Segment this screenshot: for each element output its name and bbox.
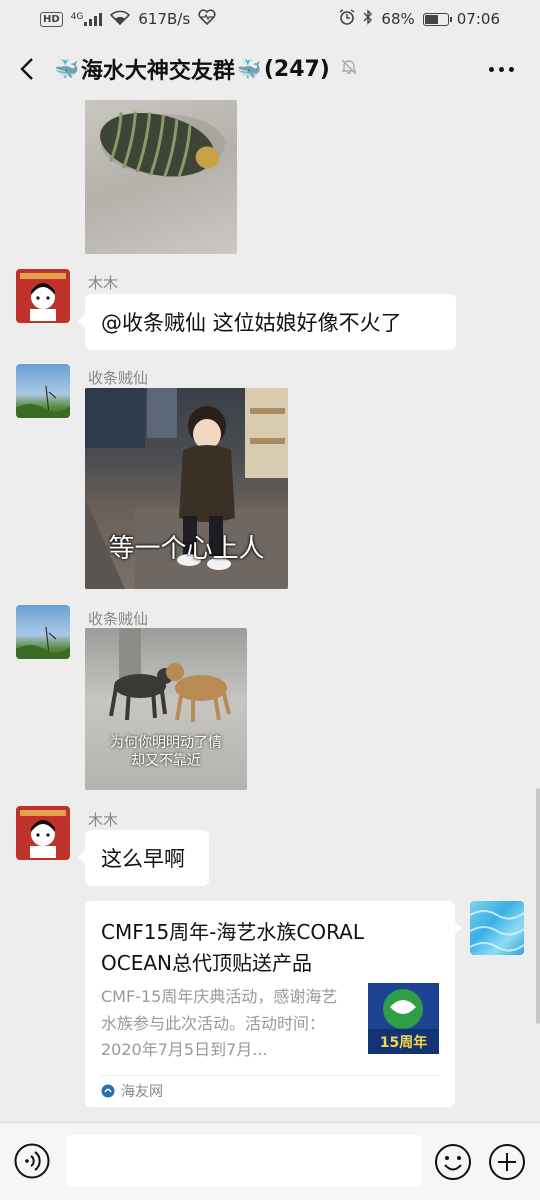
member-count: (247) xyxy=(263,56,330,82)
hd-badge: HD xyxy=(40,11,63,27)
sender-name: 木木 xyxy=(88,274,119,292)
voice-button[interactable] xyxy=(14,1143,50,1179)
image-caption: 等一个心上人 xyxy=(108,534,265,564)
link-card-thumbnail: 15周年 xyxy=(368,983,439,1054)
emoji-button[interactable] xyxy=(434,1143,472,1181)
card-divider xyxy=(101,1075,439,1076)
input-bar xyxy=(0,1122,540,1200)
alarm-icon xyxy=(339,9,355,29)
image-caption: 为何你明明动了情 xyxy=(110,735,222,751)
avatar-shoutiaozeixian[interactable] xyxy=(16,364,70,418)
link-card-source: 海友网 xyxy=(101,1081,163,1101)
source-logo-icon xyxy=(101,1084,115,1098)
mute-bell-icon xyxy=(340,58,358,80)
message-text: @收条贼仙 这位姑娘好像不火了 xyxy=(101,311,402,335)
avatar-mumu[interactable] xyxy=(16,269,70,323)
more-options-button[interactable] xyxy=(484,54,518,84)
chat-header: 🐳 海水大神交友群 🐳 (247) xyxy=(0,38,540,100)
plus-icon xyxy=(489,1144,525,1180)
dogs-meme-image[interactable]: 为何你明明动了情 却又不靠近 xyxy=(85,628,247,790)
heart-rate-icon xyxy=(198,9,216,29)
voice-icon xyxy=(14,1143,50,1179)
link-card[interactable]: CMF15周年-海艺水族CORAL OCEAN总代顶贴送产品 CMF-15周年庆… xyxy=(85,901,462,1107)
battery-percent: 68% xyxy=(381,10,415,28)
avatar-mumu[interactable] xyxy=(16,806,70,860)
sender-name: 木木 xyxy=(88,811,119,829)
link-card-title: CMF15周年-海艺水族CORAL OCEAN总代顶贴送产品 xyxy=(101,920,365,975)
group-title: 🐳 海水大神交友群 🐳 (247) xyxy=(54,53,330,85)
thumbnail-label: 15周年 xyxy=(379,1035,428,1051)
message-list[interactable]: 木木 @收条贼仙 这位姑娘好像不火了 收条贼仙 等一个心上人 收条贼仙 为何你明… xyxy=(0,100,540,1122)
whale-icon: 🐳 xyxy=(54,57,79,81)
status-bar: HD 4G 617B/s 68% 07:06 xyxy=(0,0,540,38)
scrollbar[interactable] xyxy=(536,788,540,1024)
sender-name: 收条贼仙 xyxy=(88,369,149,387)
message-input[interactable] xyxy=(66,1135,422,1187)
source-name: 海友网 xyxy=(121,1084,163,1100)
network-speed: 617B/s xyxy=(138,10,191,28)
link-card-description: CMF-15周年庆典活动，感谢海艺水族参与此次活动。活动时间：2020年7月5日… xyxy=(101,987,338,1059)
avatar-shoutiaozeixian[interactable] xyxy=(16,605,70,659)
signal-icon: 4G xyxy=(71,12,103,26)
isopod-photo[interactable] xyxy=(85,100,237,254)
network-type: 4G xyxy=(70,12,84,22)
more-functions-button[interactable] xyxy=(488,1143,526,1181)
whale-icon: 🐳 xyxy=(236,57,262,81)
image-caption: 却又不靠近 xyxy=(131,753,201,769)
avatar-self[interactable] xyxy=(470,901,524,955)
group-name: 海水大神交友群 xyxy=(80,59,235,84)
message-bubble[interactable]: @收条贼仙 这位姑娘好像不火了 xyxy=(78,294,456,350)
message-bubble[interactable]: 这么早啊 xyxy=(78,830,209,886)
girl-meme-image[interactable]: 等一个心上人 xyxy=(85,388,288,589)
battery-icon xyxy=(422,12,452,26)
clock: 07:06 xyxy=(456,10,500,28)
emoji-icon xyxy=(435,1144,471,1180)
back-arrow-icon xyxy=(20,58,33,80)
bluetooth-icon xyxy=(363,9,373,29)
wifi-icon xyxy=(110,10,131,29)
message-text: 这么早啊 xyxy=(101,847,185,871)
sender-name: 收条贼仙 xyxy=(88,610,149,628)
back-button[interactable] xyxy=(0,38,54,100)
